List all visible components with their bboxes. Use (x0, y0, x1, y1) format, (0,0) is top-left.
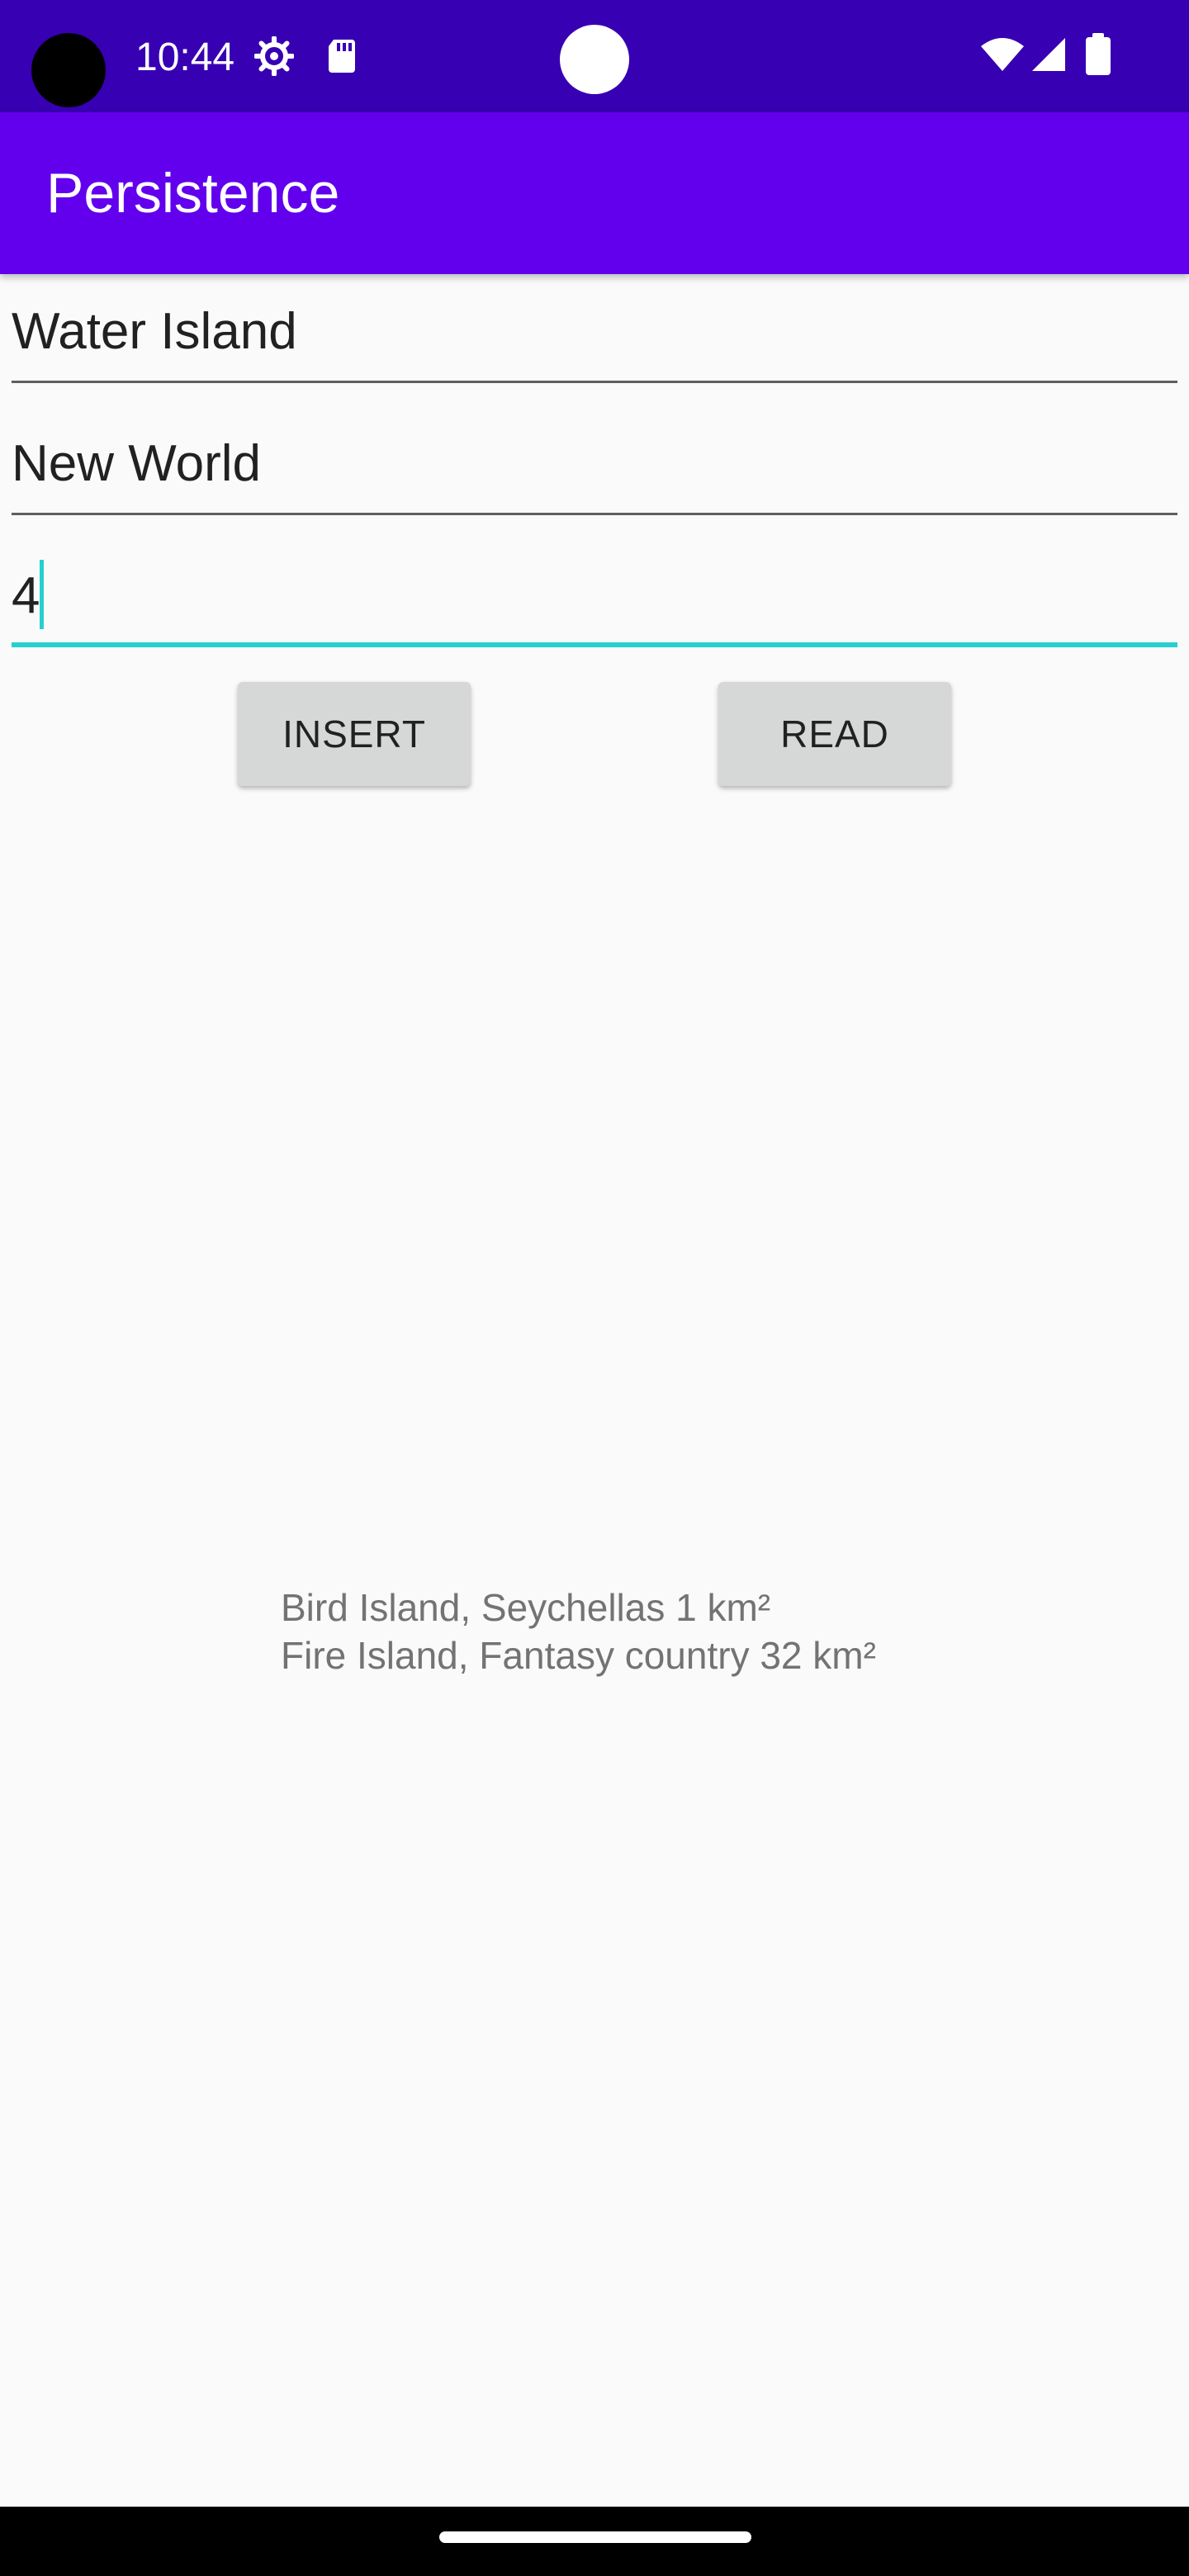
battery-icon (1083, 33, 1113, 76)
wifi-icon (979, 35, 1026, 74)
status-time: 10:44 (135, 36, 235, 79)
app-screen: 10:44 Persistence Water Island New World… (0, 0, 1189, 2576)
result-line: Fire Island, Fantasy country 32 km² (281, 1634, 876, 1677)
app-title: Persistence (46, 162, 340, 225)
text-cursor (40, 560, 44, 629)
insert-button[interactable]: INSERT (238, 682, 471, 786)
result-line: Bird Island, Seychellas 1 km² (281, 1586, 771, 1629)
home-gesture-handle[interactable] (439, 2531, 751, 2543)
sd-card-icon (322, 36, 362, 76)
center-indicator-dot (560, 25, 629, 94)
cell-signal-icon (1029, 35, 1068, 74)
field-underline (12, 381, 1177, 383)
country-value: New World (12, 435, 262, 492)
settings-gear-icon (253, 36, 295, 77)
area-field[interactable]: 4 (12, 540, 1177, 647)
camera-cutout (31, 33, 106, 107)
field-underline-focused (12, 642, 1177, 647)
app-bar: Persistence (0, 112, 1189, 274)
status-bar: 10:44 (0, 0, 1189, 112)
read-button[interactable]: READ (718, 682, 951, 786)
island-name-value: Water Island (12, 303, 297, 360)
country-field[interactable]: New World (12, 408, 1177, 515)
navigation-bar (0, 2507, 1189, 2576)
island-name-field[interactable]: Water Island (12, 276, 1177, 383)
area-value: 4 (12, 567, 40, 624)
field-underline (12, 513, 1177, 515)
results-text: Bird Island, Seychellas 1 km² Fire Islan… (281, 1584, 876, 1679)
